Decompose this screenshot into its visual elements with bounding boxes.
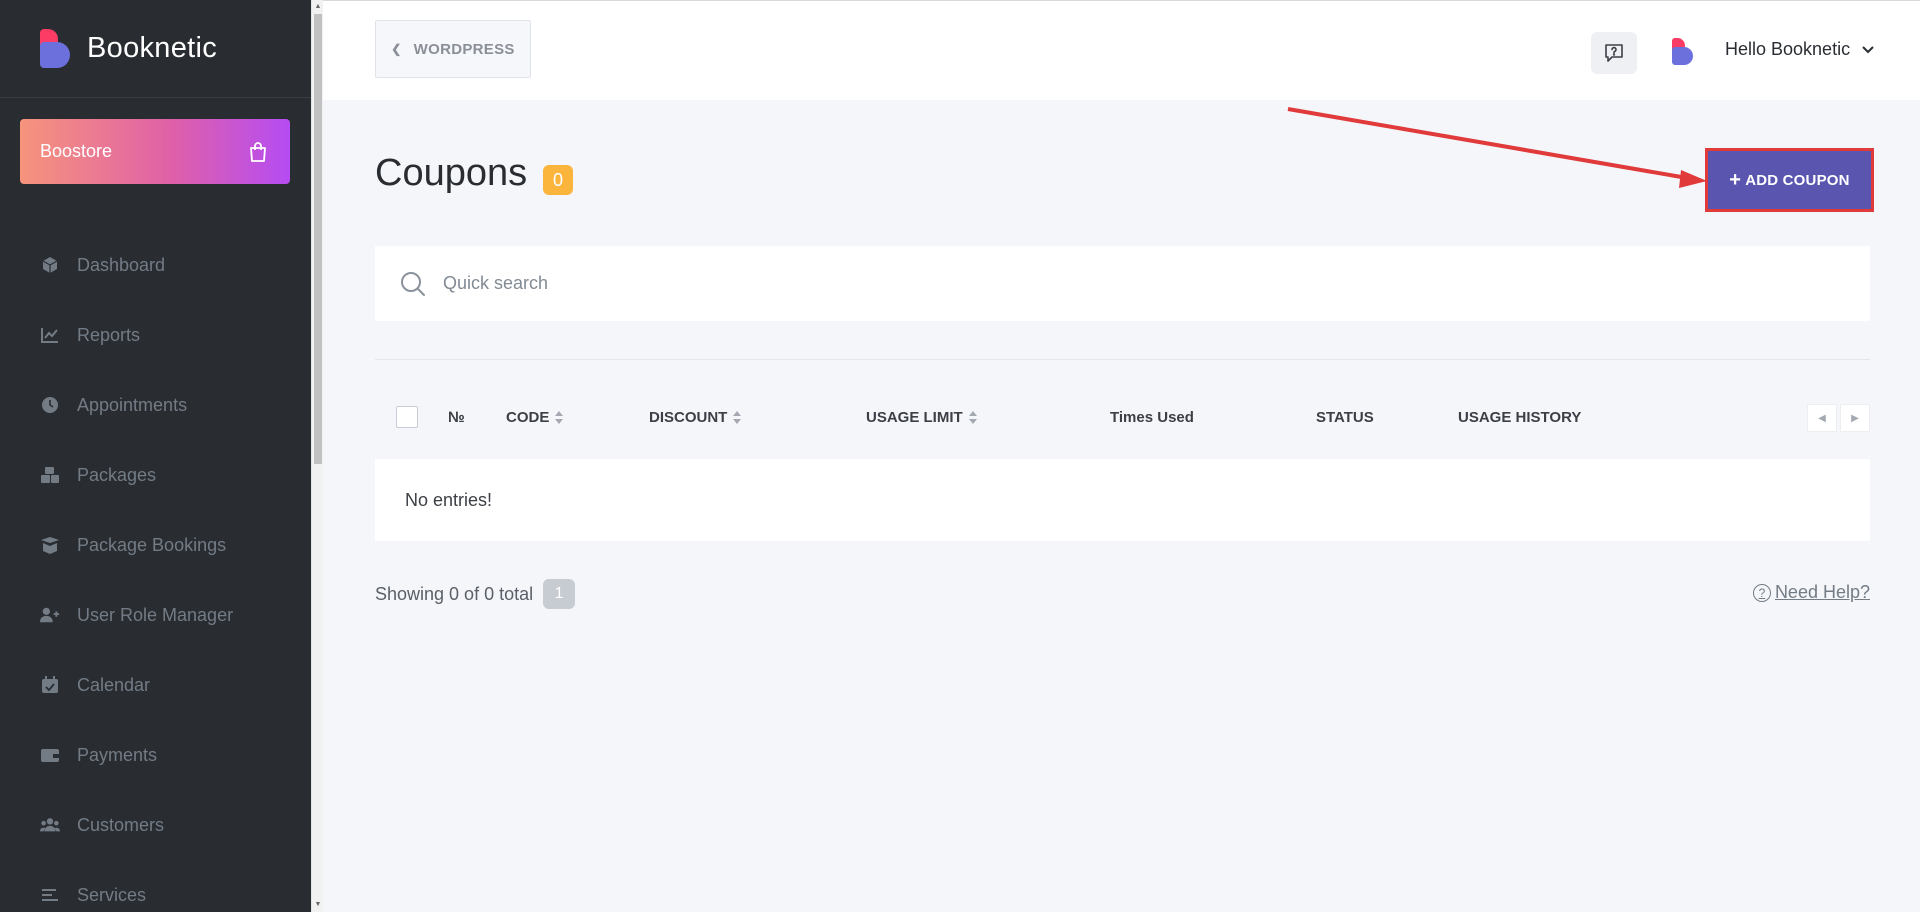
boostore-button[interactable]: Boostore — [20, 119, 290, 184]
sidebar-item-label: Calendar — [77, 674, 151, 695]
sidebar-item-reports[interactable]: Reports — [0, 300, 311, 370]
user-menu-dropdown[interactable]: Hello Booknetic — [1725, 39, 1874, 60]
sort-icon — [733, 410, 742, 425]
sidebar-item-label: Packages — [77, 464, 157, 485]
sidebar-item-label: Reports — [77, 324, 141, 345]
page-number-button[interactable]: 1 — [543, 579, 576, 609]
column-header-number: № — [448, 409, 465, 426]
column-header-label: CODE — [506, 409, 550, 426]
sidebar-item-label: Payments — [77, 744, 158, 765]
scroll-up-arrow-icon[interactable]: ▲ — [314, 2, 322, 12]
shopping-bag-icon — [250, 141, 266, 162]
sort-icon — [555, 410, 564, 425]
chart-line-icon — [40, 325, 60, 345]
column-header-label: USAGE LIMIT — [866, 409, 963, 426]
brand[interactable]: Booknetic — [0, 0, 311, 98]
scroll-thumb[interactable] — [314, 14, 322, 464]
column-header-label: Times Used — [1110, 409, 1194, 426]
cube-icon — [40, 255, 60, 275]
sidebar-item-label: Customers — [77, 814, 165, 835]
top-bar: ❮ WORDPRESS Hello Booknetic — [323, 0, 1920, 100]
scroll-left-button[interactable]: ◀ — [1807, 404, 1837, 432]
sidebar-scrollbar[interactable]: ▲ ▼ — [311, 0, 323, 912]
users-icon — [40, 815, 60, 835]
sidebar-item-label: Appointments — [77, 394, 188, 415]
column-header-usage-limit[interactable]: USAGE LIMIT — [866, 409, 977, 426]
column-header-label: STATUS — [1316, 409, 1374, 426]
scroll-down-arrow-icon[interactable]: ▼ — [314, 900, 322, 910]
booknetic-logo-icon — [38, 28, 72, 69]
column-header-label: DISCOUNT — [649, 409, 728, 426]
sidebar-item-user-role-manager[interactable]: User Role Manager — [0, 580, 311, 650]
column-header-status: STATUS — [1316, 409, 1374, 426]
sidebar-item-label: Services — [77, 884, 147, 905]
boxes-icon — [40, 465, 60, 485]
box-open-icon — [40, 535, 60, 555]
page-title: Coupons — [375, 152, 528, 194]
question-comment-icon — [1605, 44, 1623, 62]
wallet-icon — [40, 745, 60, 765]
search-box — [375, 246, 1870, 321]
sidebar-item-package-bookings[interactable]: Package Bookings — [0, 510, 311, 580]
column-header-times-used: Times Used — [1110, 409, 1194, 426]
back-to-wordpress-label: WORDPRESS — [413, 40, 515, 58]
need-help-link[interactable]: ? Need Help? — [1752, 582, 1870, 603]
sidebar-item-label: User Role Manager — [77, 604, 234, 625]
boostore-label: Boostore — [40, 141, 113, 161]
sidebar-item-customers[interactable]: Customers — [0, 790, 311, 860]
plus-icon: + — [1729, 168, 1742, 191]
column-header-label: USAGE HISTORY — [1458, 409, 1582, 426]
question-circle-icon: ? — [1752, 583, 1771, 602]
scroll-right-button[interactable]: ▶ — [1840, 404, 1870, 432]
sidebar-item-label: Dashboard — [77, 254, 166, 275]
clock-icon — [40, 395, 60, 415]
sidebar: Booknetic Boostore Dashboard Reports App… — [0, 0, 311, 912]
select-all-checkbox[interactable] — [396, 406, 418, 428]
table-scroll-buttons: ◀ ▶ — [1807, 404, 1870, 432]
user-plus-icon — [40, 605, 60, 625]
brand-name: Booknetic — [87, 32, 218, 64]
user-greeting: Hello Booknetic — [1725, 39, 1851, 59]
list-icon — [40, 885, 60, 905]
column-header-label: № — [448, 409, 465, 426]
sidebar-item-appointments[interactable]: Appointments — [0, 370, 311, 440]
back-to-wordpress-button[interactable]: ❮ WORDPRESS — [375, 20, 531, 78]
sort-icon — [968, 410, 977, 425]
table-empty-row: No entries! — [375, 459, 1870, 541]
coupon-count-badge: 0 — [543, 165, 573, 195]
sidebar-item-packages[interactable]: Packages — [0, 440, 311, 510]
calendar-check-icon — [40, 675, 60, 695]
help-chat-button[interactable] — [1591, 32, 1637, 74]
sidebar-item-calendar[interactable]: Calendar — [0, 650, 311, 720]
table-header: № CODE DISCOUNT USAGE LIMIT Times Used S… — [375, 395, 1870, 441]
search-input[interactable] — [443, 273, 1743, 294]
sidebar-item-payments[interactable]: Payments — [0, 720, 311, 790]
user-avatar-logo[interactable] — [1671, 38, 1695, 66]
sidebar-menu: Dashboard Reports Appointments Packages … — [0, 230, 311, 912]
divider — [375, 359, 1870, 360]
chevron-down-icon — [1862, 45, 1874, 53]
empty-message: No entries! — [405, 489, 493, 510]
pagination-info: Showing 0 of 0 total 1 — [375, 579, 576, 609]
caret-right-icon: ▶ — [1851, 412, 1859, 424]
sidebar-item-services[interactable]: Services — [0, 860, 311, 912]
column-header-code[interactable]: CODE — [506, 409, 564, 426]
sidebar-item-label: Package Bookings — [77, 534, 227, 555]
chevron-left-icon: ❮ — [391, 42, 402, 56]
need-help-label: Need Help? — [1774, 582, 1870, 602]
showing-count: Showing 0 of 0 total — [375, 583, 534, 604]
search-icon — [401, 271, 425, 296]
sidebar-item-dashboard[interactable]: Dashboard — [0, 230, 311, 300]
caret-left-icon: ◀ — [1818, 412, 1826, 424]
column-header-discount[interactable]: DISCOUNT — [649, 409, 742, 426]
add-coupon-button[interactable]: + ADD COUPON — [1705, 148, 1874, 212]
column-header-usage-history: USAGE HISTORY — [1458, 409, 1581, 426]
add-coupon-label: ADD COUPON — [1745, 171, 1850, 189]
